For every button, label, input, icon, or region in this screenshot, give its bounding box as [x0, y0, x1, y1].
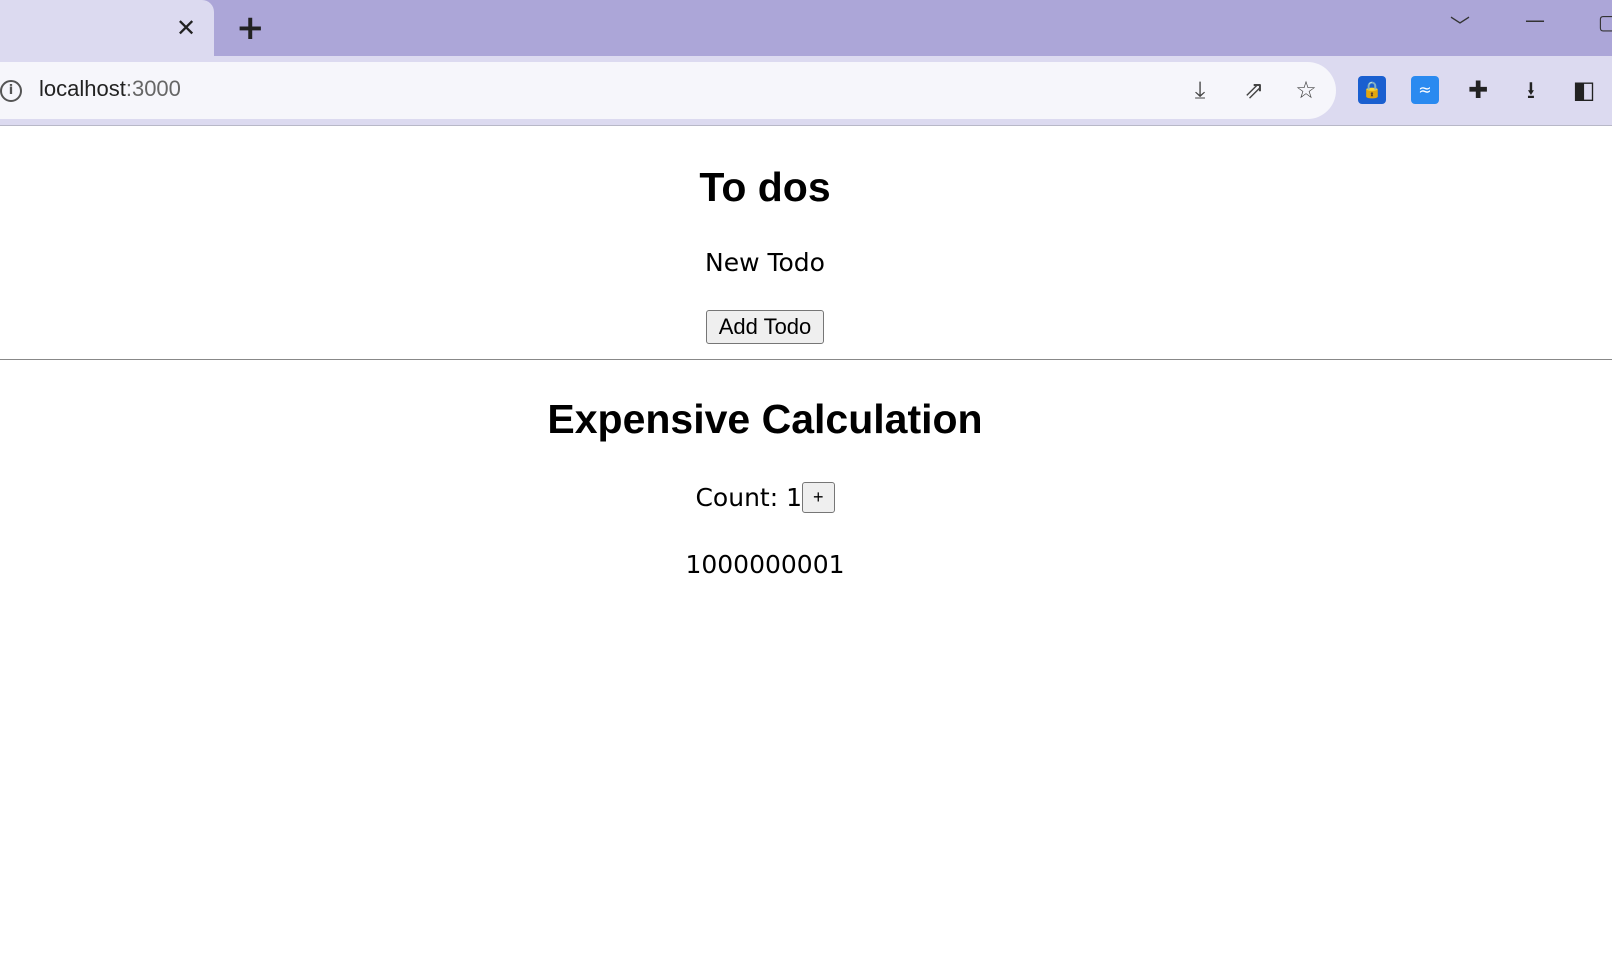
- active-tab[interactable]: ✕: [0, 0, 214, 56]
- bookmark-star-icon[interactable]: ☆: [1292, 76, 1320, 104]
- minimize-icon[interactable]: —: [1525, 8, 1545, 32]
- calculation-heading: Expensive Calculation: [547, 396, 983, 442]
- todos-heading: To dos: [699, 164, 831, 210]
- share-icon[interactable]: ⇗: [1240, 76, 1268, 104]
- count-label: Count: 1: [695, 483, 802, 512]
- url-text[interactable]: localhost:3000: [39, 76, 181, 102]
- increment-button[interactable]: +: [802, 482, 835, 513]
- tab-search-chevron-icon[interactable]: ﹀: [1450, 10, 1470, 39]
- address-bar[interactable]: i localhost:3000: [0, 62, 1336, 119]
- divider: [0, 359, 1612, 360]
- new-tab-button[interactable]: +: [236, 8, 265, 48]
- password-extension-icon[interactable]: 🔒: [1358, 76, 1386, 104]
- tab-strip: ✕ + ﹀ — ▢: [0, 0, 1612, 56]
- side-panel-icon[interactable]: ◧: [1570, 76, 1598, 104]
- count-row: Count: 1 +: [0, 482, 1530, 513]
- extension-icon[interactable]: ≈: [1411, 76, 1439, 104]
- maximize-icon[interactable]: ▢: [1598, 10, 1612, 34]
- downloads-icon[interactable]: ⭳: [1517, 76, 1545, 104]
- extensions-puzzle-icon[interactable]: ✚: [1464, 76, 1492, 104]
- calculation-result: 1000000001: [685, 550, 845, 579]
- browser-toolbar: i localhost:3000 ⤓ ⇗ ☆ 🔒 ≈ ✚ ⭳ ◧: [0, 56, 1612, 126]
- site-info-icon[interactable]: i: [0, 80, 22, 102]
- new-todo-label: New Todo: [705, 248, 825, 277]
- close-tab-icon[interactable]: ✕: [176, 14, 196, 42]
- install-app-icon[interactable]: ⤓: [1186, 76, 1214, 104]
- add-todo-button[interactable]: Add Todo: [705, 310, 825, 344]
